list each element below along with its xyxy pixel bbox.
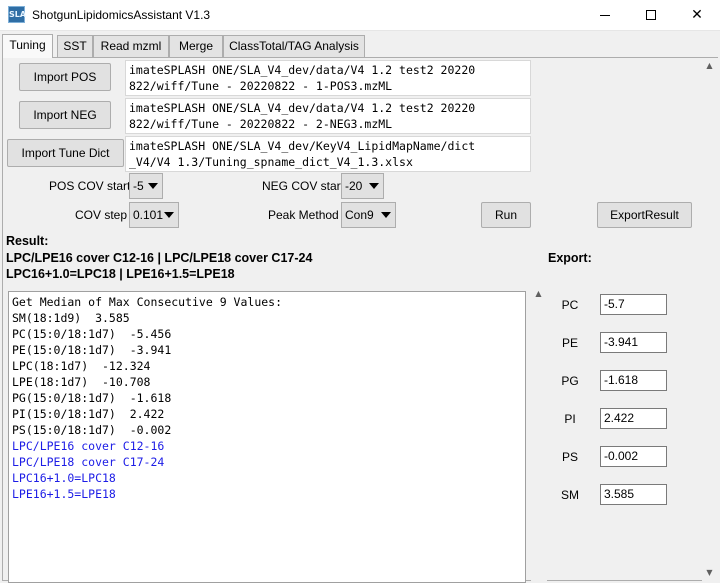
export-result-button[interactable]: ExportResult [597, 202, 692, 228]
panel-scrollbar[interactable]: ▲ ▼ [702, 58, 718, 581]
console-note-line: LPC/LPE16 cover C12-16 [12, 439, 165, 453]
neg-path-field[interactable]: imateSPLASH ONE/SLA_V4_dev/data/V4 1.2 t… [125, 98, 531, 134]
console-note-line: LPE16+1.5=LPE18 [12, 487, 116, 501]
export-label-sm: SM [561, 488, 579, 502]
pos-cov-start-label: POS COV start [49, 179, 131, 193]
neg-cov-start-label: NEG COV start [262, 179, 345, 193]
export-field-pc[interactable]: -5.7 [600, 294, 667, 315]
peak-method-value: Con9 [345, 208, 374, 222]
maximize-button[interactable] [628, 0, 674, 31]
console-note-line: LPC/LPE18 cover C17-24 [12, 455, 165, 469]
console-line: SM(18:1d9) 3.585 [12, 311, 130, 325]
pos-path-field[interactable]: imateSPLASH ONE/SLA_V4_dev/data/V4 1.2 t… [125, 60, 531, 96]
cov-step-value: 0.101 [133, 208, 164, 222]
app-logo-icon: SLA [8, 6, 26, 23]
console-line: PE(15:0/18:1d7) -3.941 [12, 343, 172, 357]
dict-path-field[interactable]: imateSPLASH ONE/SLA_V4_dev/KeyV4_LipidMa… [125, 136, 531, 172]
tab-sst[interactable]: SST [57, 35, 93, 58]
result-line-2: LPC16+1.0=LPC18 | LPE16+1.5=LPE18 [6, 267, 235, 281]
result-line-1: LPC/LPE16 cover C12-16 | LPC/LPE18 cover… [6, 251, 313, 265]
peak-method-select[interactable]: Con9 [341, 202, 396, 228]
maximize-icon [646, 10, 656, 20]
export-field-sm[interactable]: 3.585 [600, 484, 667, 505]
console-note-line: LPC16+1.0=LPC18 [12, 471, 116, 485]
chevron-down-icon [381, 212, 391, 218]
tab-tuning[interactable]: Tuning [2, 34, 53, 58]
peak-method-label: Peak Method [268, 208, 339, 222]
export-label-pg: PG [561, 374, 579, 388]
close-button[interactable]: ✕ [674, 0, 720, 31]
cov-step-label: COV step [75, 208, 128, 222]
export-field-pg[interactable]: -1.618 [600, 370, 667, 391]
close-icon: ✕ [691, 7, 703, 23]
console-scrollbar[interactable]: ▲ [531, 286, 547, 583]
scroll-up-arrow-icon[interactable]: ▲ [702, 58, 717, 73]
scroll-up-arrow-icon[interactable]: ▲ [531, 286, 546, 301]
chevron-down-icon [164, 212, 174, 218]
console-line: PG(15:0/18:1d7) -1.618 [12, 391, 172, 405]
export-label-pi: PI [564, 412, 576, 426]
export-field-pi[interactable]: 2.422 [600, 408, 667, 429]
export-field-pe[interactable]: -3.941 [600, 332, 667, 353]
import-tune-dict-button[interactable]: Import Tune Dict [7, 139, 124, 167]
run-button[interactable]: Run [481, 202, 531, 228]
console-line: PI(15:0/18:1d7) 2.422 [12, 407, 165, 421]
console-line: PC(15:0/18:1d7) -5.456 [12, 327, 172, 341]
export-label-pc: PC [561, 298, 579, 312]
console-line: LPE(18:1d7) -10.708 [12, 375, 151, 389]
chevron-down-icon [369, 183, 379, 189]
export-field-ps[interactable]: -0.002 [600, 446, 667, 467]
pos-cov-start-select[interactable]: -5 [129, 173, 163, 199]
cov-step-select[interactable]: 0.101 [129, 202, 179, 228]
result-title: Result: [6, 234, 49, 248]
tab-read-mzml[interactable]: Read mzml [93, 35, 169, 58]
scroll-down-arrow-icon[interactable]: ▼ [702, 565, 717, 580]
window-title: ShotgunLipidomicsAssistant V1.3 [32, 8, 211, 22]
pos-cov-start-value: -5 [133, 179, 144, 193]
tab-merge[interactable]: Merge [169, 35, 223, 58]
minimize-icon [600, 14, 610, 16]
console-line: PS(15:0/18:1d7) -0.002 [12, 423, 172, 437]
neg-cov-start-select[interactable]: -20 [341, 173, 384, 199]
neg-cov-start-value: -20 [345, 179, 363, 193]
title-bar: SLA ShotgunLipidomicsAssistant V1.3 ✕ [0, 0, 720, 31]
console-line: Get Median of Max Consecutive 9 Values: [12, 295, 283, 309]
tab-classtotal-tag-analysis[interactable]: ClassTotal/TAG Analysis [223, 35, 365, 58]
minimize-button[interactable] [582, 0, 628, 31]
import-neg-button[interactable]: Import NEG [19, 101, 111, 129]
export-label-pe: PE [561, 336, 578, 350]
export-label-ps: PS [561, 450, 578, 464]
import-pos-button[interactable]: Import POS [19, 63, 111, 91]
export-title: Export: [548, 251, 592, 265]
console-line: LPC(18:1d7) -12.324 [12, 359, 151, 373]
result-console[interactable]: Get Median of Max Consecutive 9 Values: … [8, 291, 526, 583]
chevron-down-icon [148, 183, 158, 189]
